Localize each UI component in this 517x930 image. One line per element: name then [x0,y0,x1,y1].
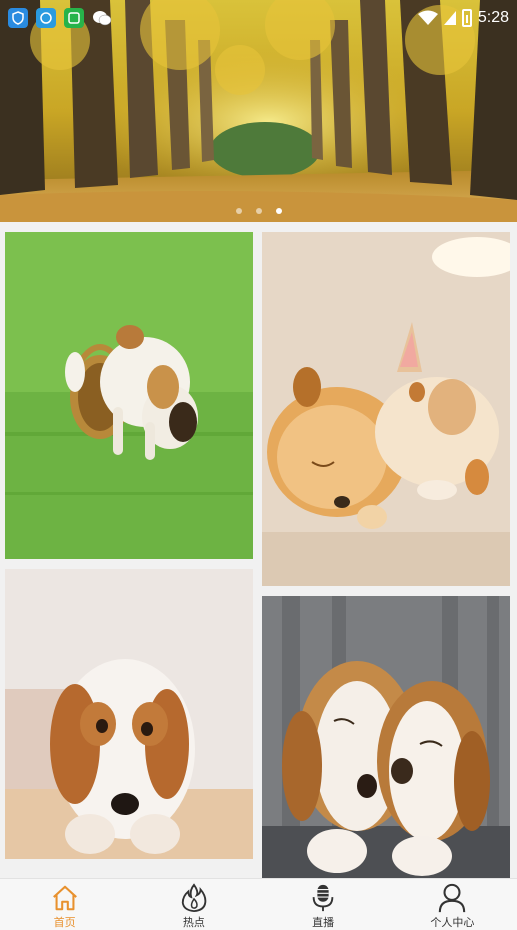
feed-item[interactable] [262,596,510,878]
home-icon [52,885,77,911]
carousel-indicator [0,208,517,214]
carousel-dot[interactable] [235,208,242,214]
signal-icon [443,11,456,25]
status-time: 5:28 [477,9,509,26]
puppy-basket-image [5,232,253,559]
feed-item[interactable] [5,232,253,559]
flame-icon [181,883,207,913]
battery-icon [461,9,472,27]
chat-app-icon [64,8,84,28]
feed-item[interactable] [5,569,253,859]
bottom-navigation: 首页 热点 直播 个人中心 [0,878,517,930]
wifi-icon [417,10,438,25]
app-screen: 5:28 首页 热点 直播 个人中心 [0,0,517,930]
tab-hot-label: 热点 [182,916,205,929]
tab-live-label: 直播 [312,916,335,929]
tab-home-label: 首页 [53,916,76,929]
tab-profile[interactable]: 个人中心 [388,879,517,930]
person-icon [439,883,466,913]
wechat-icon [92,8,112,28]
microphone-icon [312,884,334,912]
tab-profile-label: 个人中心 [430,916,475,929]
puppy-rabbit-image [262,232,510,586]
carousel-dot-active[interactable] [275,208,282,214]
image-feed [0,222,517,878]
shield-app-icon [8,8,28,28]
tab-hot[interactable]: 热点 [129,879,258,930]
status-bar: 5:28 [0,0,517,36]
two-beagles-image [262,596,510,878]
carousel-dot[interactable] [255,208,262,214]
tab-home[interactable]: 首页 [0,879,129,930]
sync-app-icon [36,8,56,28]
beagle-puppy-image [5,569,253,859]
tab-live[interactable]: 直播 [259,879,388,930]
feed-item[interactable] [262,232,510,586]
